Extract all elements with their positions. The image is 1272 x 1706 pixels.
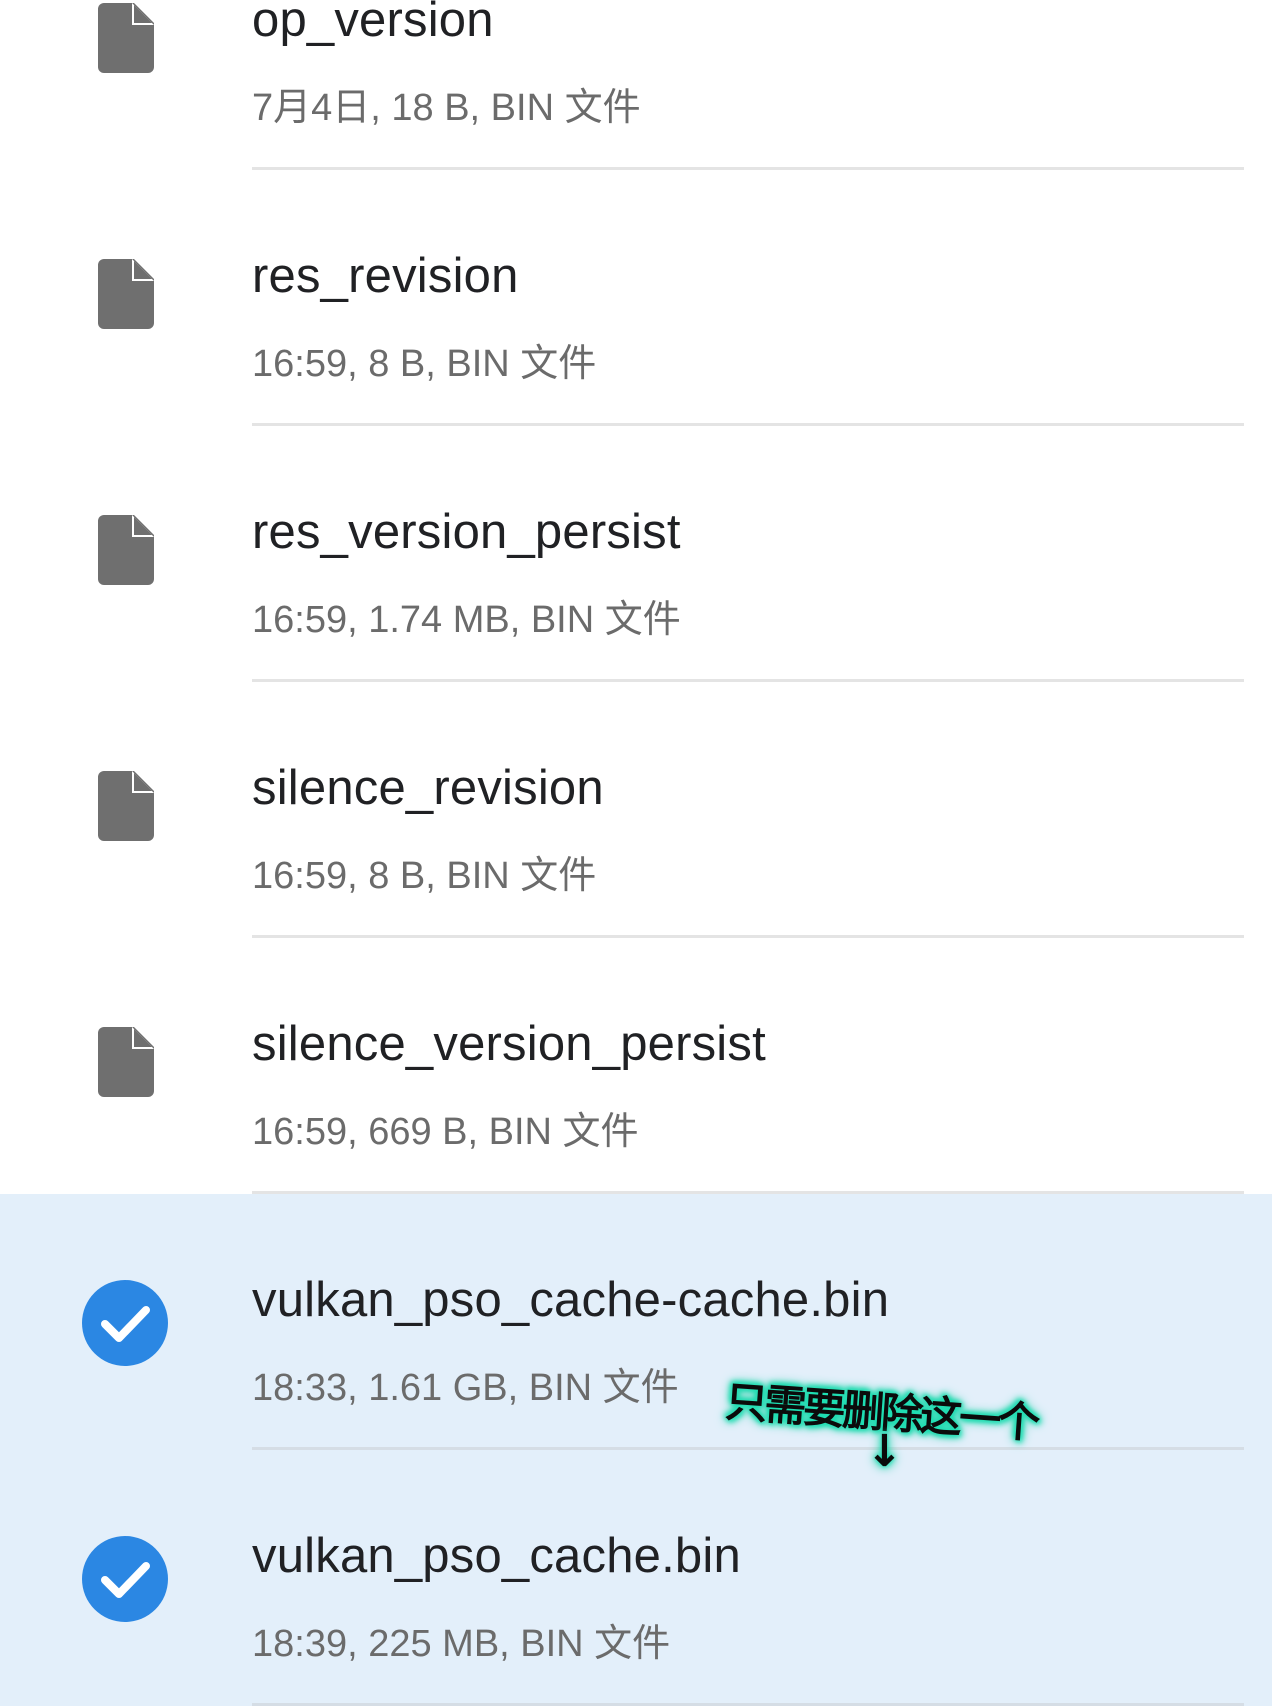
file-name: silence_revision	[252, 761, 604, 815]
file-meta: 16:59, 8 B, BIN 文件	[252, 343, 597, 385]
file-row-res-revision[interactable]: res_revision 16:59, 8 B, BIN 文件	[0, 170, 1272, 426]
file-icon	[98, 515, 154, 585]
file-list: op_version 7月4日, 18 B, BIN 文件 res_revisi…	[0, 0, 1272, 1706]
file-row-silence-version-persist[interactable]: silence_version_persist 16:59, 669 B, BI…	[0, 938, 1272, 1194]
check-circle-icon[interactable]	[82, 1280, 168, 1366]
file-name: vulkan_pso_cache.bin	[252, 1529, 741, 1583]
file-meta: 7月4日, 18 B, BIN 文件	[252, 87, 641, 129]
file-row-silence-revision[interactable]: silence_revision 16:59, 8 B, BIN 文件	[0, 682, 1272, 938]
check-circle-icon[interactable]	[82, 1536, 168, 1622]
file-row-res-version-persist[interactable]: res_version_persist 16:59, 1.74 MB, BIN …	[0, 426, 1272, 682]
file-name: res_revision	[252, 249, 519, 303]
file-meta: 18:39, 225 MB, BIN 文件	[252, 1623, 671, 1665]
file-name: op_version	[252, 0, 494, 47]
file-icon	[98, 1027, 154, 1097]
file-icon	[98, 259, 154, 329]
file-row-op-version[interactable]: op_version 7月4日, 18 B, BIN 文件	[0, 0, 1272, 170]
file-row-vulkan-pso-cache-cache-bin[interactable]: vulkan_pso_cache-cache.bin 18:33, 1.61 G…	[0, 1194, 1272, 1450]
file-meta: 18:33, 1.61 GB, BIN 文件	[252, 1367, 679, 1409]
file-icon	[98, 771, 154, 841]
file-name: res_version_persist	[252, 505, 681, 559]
file-icon	[98, 3, 154, 73]
file-row-vulkan-pso-cache-bin[interactable]: vulkan_pso_cache.bin 18:39, 225 MB, BIN …	[0, 1450, 1272, 1706]
down-arrow-icon: ↓	[866, 1426, 903, 1477]
file-meta: 16:59, 8 B, BIN 文件	[252, 855, 597, 897]
file-meta: 16:59, 1.74 MB, BIN 文件	[252, 599, 681, 641]
file-meta: 16:59, 669 B, BIN 文件	[252, 1111, 639, 1153]
file-name: vulkan_pso_cache-cache.bin	[252, 1273, 890, 1327]
file-name: silence_version_persist	[252, 1017, 766, 1071]
delete-hint-annotation: 只需要删除这一个 ↓	[724, 1368, 1068, 1478]
